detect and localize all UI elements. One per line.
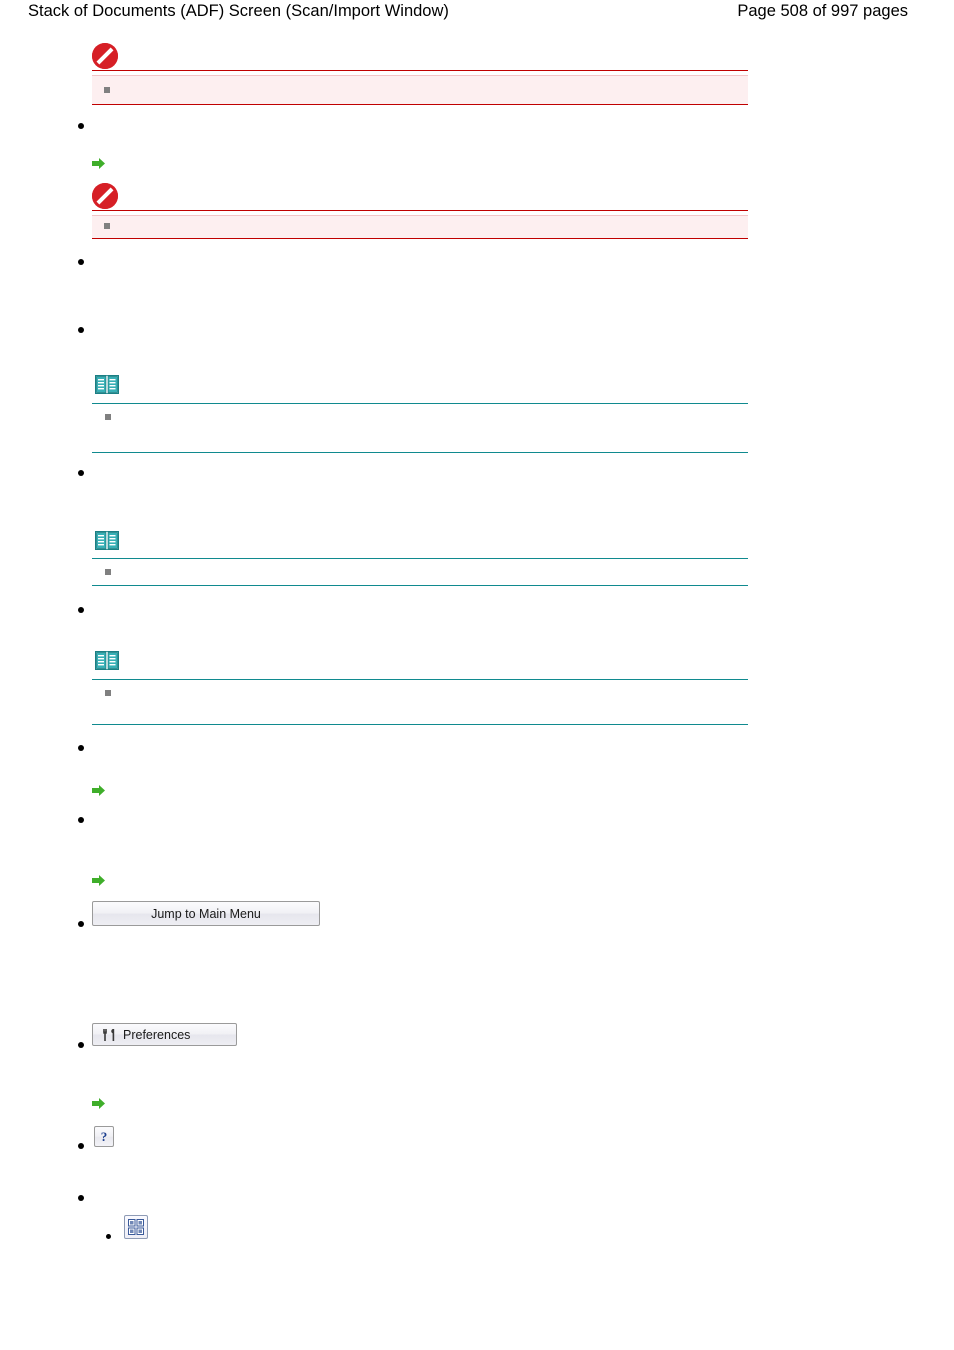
list-item (78, 921, 84, 927)
note-book-icon (95, 375, 119, 394)
sub-bullet-marker (105, 414, 111, 420)
list-item (106, 1234, 111, 1239)
note-rule-bottom (92, 585, 748, 586)
note-box (92, 404, 748, 452)
green-arrow-icon[interactable] (92, 874, 106, 887)
sub-bullet-marker (105, 690, 111, 696)
page-number: Page 508 of 997 pages (737, 2, 908, 20)
green-arrow-icon[interactable] (92, 784, 106, 797)
caution-box (92, 75, 748, 105)
sub-bullet-marker (105, 569, 111, 575)
sub-bullet-marker (104, 87, 110, 93)
preferences-label: Preferences (123, 1027, 191, 1042)
caution-rule-top (92, 70, 748, 71)
list-item (78, 745, 84, 751)
green-arrow-icon[interactable] (92, 157, 106, 170)
note-box (92, 559, 748, 584)
list-item (78, 259, 84, 265)
list-item (78, 1143, 84, 1149)
green-arrow-icon[interactable] (92, 1097, 106, 1110)
list-item (78, 1042, 84, 1048)
prohibition-icon (92, 43, 118, 69)
preferences-tools-icon (101, 1028, 117, 1042)
help-question-icon: ? (100, 1128, 108, 1144)
list-item (78, 123, 84, 129)
page-header: Stack of Documents (ADF) Screen (Scan/Im… (0, 0, 954, 34)
note-box (92, 680, 748, 724)
prohibition-icon (92, 183, 118, 209)
grid-thumbnail-icon (128, 1219, 144, 1235)
list-item (78, 327, 84, 333)
list-item (78, 607, 84, 613)
jump-to-main-menu-label: Jump to Main Menu (151, 906, 261, 921)
page-title: Stack of Documents (ADF) Screen (Scan/Im… (28, 2, 449, 20)
note-book-icon (95, 651, 119, 670)
preferences-button[interactable]: Preferences (92, 1023, 237, 1046)
sub-bullet-marker (104, 223, 110, 229)
jump-to-main-menu-button[interactable]: Jump to Main Menu (92, 901, 320, 926)
note-rule-bottom (92, 724, 748, 725)
note-book-icon (95, 531, 119, 550)
list-item (78, 817, 84, 823)
note-rule-bottom (92, 452, 748, 453)
list-item (78, 1195, 84, 1201)
list-item (78, 470, 84, 476)
caution-rule-top (92, 210, 748, 211)
grid-thumbnail-button[interactable] (124, 1215, 148, 1239)
caution-box (92, 215, 748, 239)
help-button[interactable]: ? (94, 1126, 114, 1147)
